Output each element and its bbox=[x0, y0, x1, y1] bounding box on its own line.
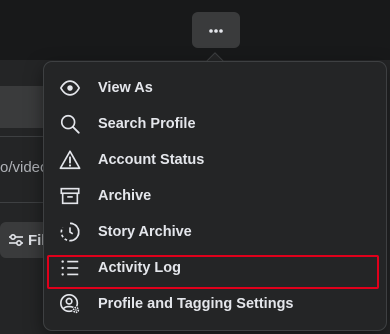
warning-icon bbox=[58, 148, 82, 172]
menu-item-profile-tagging-settings[interactable]: Profile and Tagging Settings bbox=[52, 286, 378, 322]
activity-log-highlight-box bbox=[47, 255, 379, 289]
menu-item-archive[interactable]: Archive bbox=[52, 178, 378, 214]
archive-icon bbox=[58, 184, 82, 208]
menu-item-account-status[interactable]: Account Status bbox=[52, 142, 378, 178]
menu-item-view-as[interactable]: View As bbox=[52, 70, 378, 106]
menu-item-label: Profile and Tagging Settings bbox=[98, 296, 294, 312]
menu-item-story-archive[interactable]: Story Archive bbox=[52, 214, 378, 250]
menu-item-label: Search Profile bbox=[98, 116, 196, 132]
menu-item-label: Account Status bbox=[98, 152, 205, 168]
more-horizontal-icon bbox=[208, 21, 224, 39]
menu-item-label: Archive bbox=[98, 188, 152, 204]
more-options-button[interactable] bbox=[192, 12, 240, 48]
menu-item-label: Story Archive bbox=[98, 224, 192, 240]
eye-icon bbox=[58, 76, 82, 100]
filter-sliders-icon bbox=[8, 232, 24, 248]
menu-item-label: View As bbox=[98, 80, 153, 96]
profile-options-menu: View As Search Profile Account Status Ar… bbox=[44, 62, 386, 330]
menu-item-search-profile[interactable]: Search Profile bbox=[52, 106, 378, 142]
story-archive-icon bbox=[58, 220, 82, 244]
search-icon bbox=[58, 112, 82, 136]
profile-settings-icon bbox=[58, 292, 82, 316]
filters-button-label: Fil bbox=[28, 231, 46, 249]
